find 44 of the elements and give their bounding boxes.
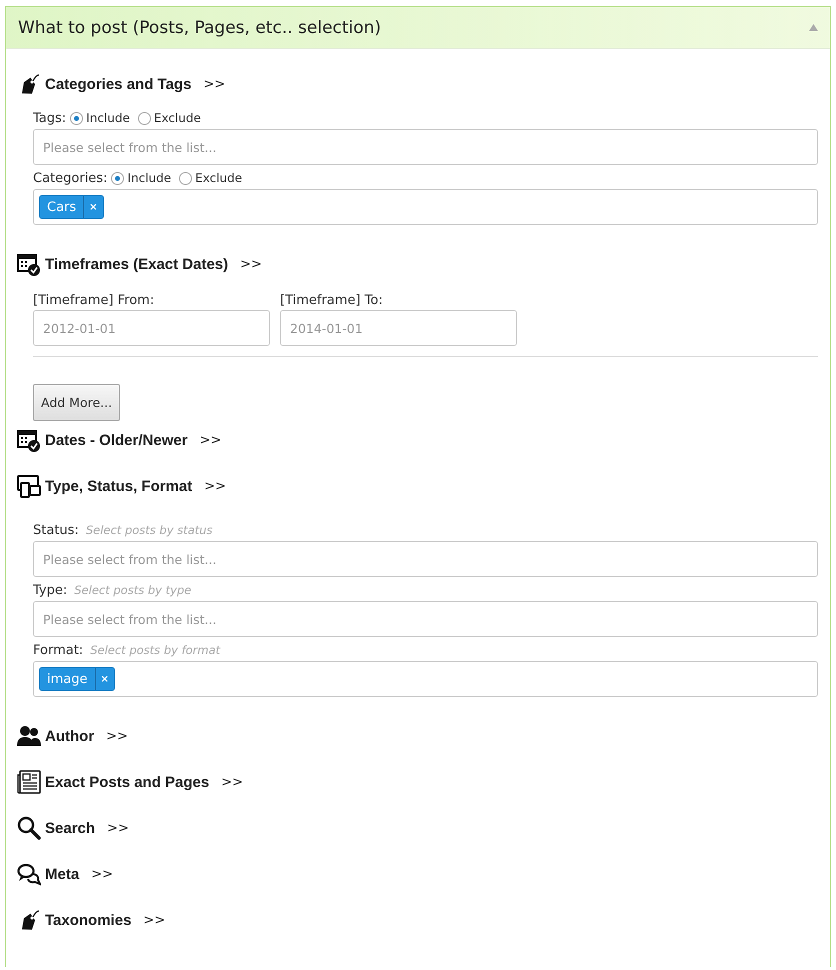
- search-icon: [17, 816, 41, 840]
- section-title[interactable]: Taxonomies: [45, 912, 132, 928]
- devices-icon: [17, 474, 41, 498]
- section-title[interactable]: Author: [45, 728, 94, 744]
- section-title[interactable]: Dates - Older/Newer: [45, 432, 188, 448]
- section-title[interactable]: Meta: [45, 866, 80, 882]
- field-label: Type:: [33, 582, 68, 598]
- expand-toggle[interactable]: >>: [203, 76, 226, 92]
- expand-toggle[interactable]: >>: [240, 256, 262, 272]
- field-label: [Timeframe] To:: [280, 293, 384, 308]
- radio-option[interactable]: Exclude: [179, 171, 242, 185]
- expand-toggle[interactable]: >>: [200, 432, 222, 448]
- expand-toggle[interactable]: >>: [221, 774, 244, 790]
- tag-label: image: [46, 670, 88, 688]
- users-icon: [17, 724, 41, 748]
- calendar-icon: [17, 252, 41, 276]
- field-label: Categories:: [33, 170, 108, 186]
- expand-toggle[interactable]: >>: [91, 866, 113, 882]
- panel-title: What to post (Posts, Pages, etc.. selection): [18, 18, 382, 38]
- expand-toggle[interactable]: >>: [204, 478, 226, 494]
- newspaper-icon: [17, 770, 41, 794]
- field-label: Status:: [33, 522, 79, 538]
- section-title[interactable]: Categories and Tags: [45, 76, 192, 92]
- add-more-button[interactable]: Add More...: [33, 384, 120, 421]
- field-hint: Select posts by type: [74, 583, 192, 597]
- radio-option[interactable]: Exclude: [138, 111, 201, 125]
- field-hint: Select posts by format: [90, 643, 220, 657]
- calendar-icon: [17, 428, 41, 452]
- radio-option[interactable]: Include: [111, 171, 172, 185]
- expand-toggle[interactable]: >>: [143, 912, 166, 928]
- expand-toggle[interactable]: >>: [106, 728, 128, 744]
- speech-bubbles-icon: [17, 862, 41, 886]
- section-title[interactable]: Timeframes (Exact Dates): [45, 256, 228, 272]
- tag-label: Cars: [46, 198, 78, 216]
- expand-toggle[interactable]: >>: [107, 820, 129, 836]
- section-title[interactable]: Exact Posts and Pages: [45, 774, 210, 790]
- field-label: [Timeframe] From:: [33, 293, 156, 308]
- section-title[interactable]: Search: [45, 820, 96, 836]
- field-label: Tags:: [33, 110, 66, 126]
- collapse-icon[interactable]: [809, 24, 818, 31]
- field-label: Format:: [33, 642, 84, 658]
- radio-option[interactable]: Include: [70, 111, 130, 125]
- field-hint: Select posts by status: [86, 523, 213, 537]
- section-title[interactable]: Type, Status, Format: [45, 478, 192, 494]
